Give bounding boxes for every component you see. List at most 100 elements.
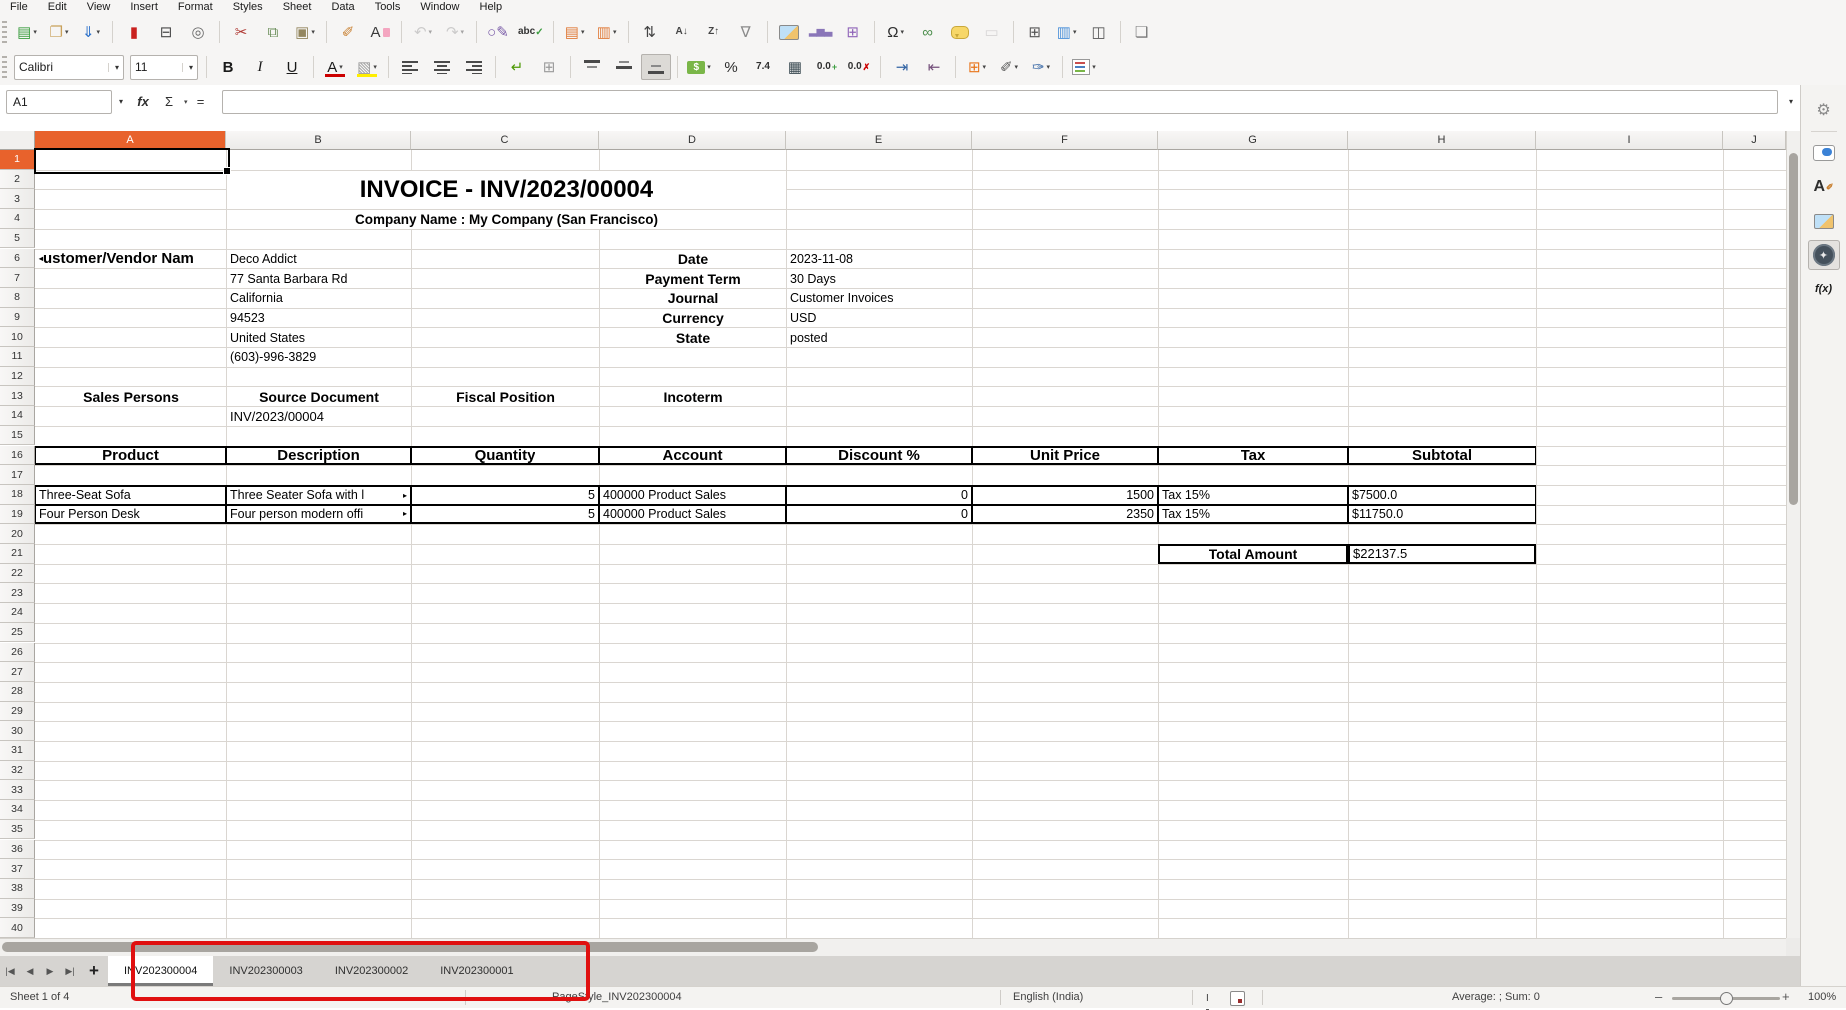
menu-sheet[interactable]: Sheet <box>273 0 322 15</box>
row-header-7[interactable]: 7 <box>0 268 35 288</box>
insert-pivot-table-button[interactable]: ⊞ <box>838 19 868 45</box>
cell-D7[interactable]: Payment Term <box>600 269 786 288</box>
menu-insert[interactable]: Insert <box>120 0 168 15</box>
properties-deck-button[interactable] <box>1808 138 1840 168</box>
select-sum-button[interactable]: Σ <box>156 94 182 109</box>
menu-view[interactable]: View <box>77 0 121 15</box>
functions-deck-button[interactable]: f(x) <box>1808 274 1840 304</box>
page-style[interactable]: PageStyle_INV202300004 <box>552 987 682 1007</box>
align-center-button[interactable] <box>427 54 457 80</box>
horizontal-scrollbar[interactable] <box>0 938 1786 956</box>
menu-window[interactable]: Window <box>410 0 469 15</box>
menu-edit[interactable]: Edit <box>38 0 77 15</box>
row-header-38[interactable]: 38 <box>0 879 35 899</box>
row-header-29[interactable]: 29 <box>0 702 35 722</box>
sort-button[interactable]: ⇅ <box>635 19 665 45</box>
row-header-24[interactable]: 24 <box>0 603 35 623</box>
wrap-text-button[interactable]: ↵ <box>502 54 532 80</box>
row-header-40[interactable]: 40 <box>0 918 35 938</box>
open-button[interactable]: ❐▾ <box>44 19 74 45</box>
cell-H19[interactable]: $11750.0 <box>1348 505 1536 525</box>
cell-D16[interactable]: Account <box>599 446 786 466</box>
insert-special-character-dropdown-icon[interactable]: ▾ <box>900 28 904 36</box>
next-sheet-button[interactable]: ▶ <box>40 956 60 986</box>
row-header-15[interactable]: 15 <box>0 426 35 446</box>
bold-button[interactable]: B <box>213 54 243 80</box>
row-header-21[interactable]: 21 <box>0 544 35 564</box>
select-all-corner[interactable] <box>0 131 35 150</box>
add-decimal-place-button[interactable]: 0.0+ <box>812 54 842 80</box>
row-header-39[interactable]: 39 <box>0 899 35 919</box>
row-header-5[interactable]: 5 <box>0 229 35 249</box>
italic-button[interactable]: I <box>245 54 275 80</box>
cell-C13[interactable]: Fiscal Position <box>412 387 599 406</box>
row-header-8[interactable]: 8 <box>0 288 35 308</box>
highlighting-color-button[interactable]: ▧▾ <box>352 54 382 80</box>
clone-formatting-button[interactable]: ✐ <box>333 19 363 45</box>
cell-A13[interactable]: Sales Persons <box>36 387 226 406</box>
delete-decimal-place-button[interactable]: 0.0✗ <box>844 54 874 80</box>
row-header-35[interactable]: 35 <box>0 820 35 840</box>
border-style-dropdown-icon[interactable]: ▾ <box>1015 63 1019 71</box>
cell-H21[interactable]: $22137.5 <box>1348 544 1536 564</box>
row-header-12[interactable]: 12 <box>0 367 35 387</box>
navigator-deck-button[interactable] <box>1808 240 1840 270</box>
cell-B19[interactable]: Four person modern offi▸ <box>226 505 411 525</box>
cell-E16[interactable]: Discount % <box>786 446 972 466</box>
styles-deck-button[interactable]: A✐ <box>1808 172 1840 202</box>
autofilter-button[interactable]: ∇ <box>731 19 761 45</box>
row-header-33[interactable]: 33 <box>0 780 35 800</box>
sheet-tab-INV202300003[interactable]: INV202300003 <box>213 956 318 986</box>
font-size-combobox[interactable]: 11▾ <box>130 55 198 80</box>
menu-file[interactable]: File <box>0 0 38 15</box>
sheet-tab-INV202300001[interactable]: INV202300001 <box>424 956 529 986</box>
row-header-26[interactable]: 26 <box>0 643 35 663</box>
format-as-number-button[interactable]: 7.4 <box>748 54 778 80</box>
row-header-2[interactable]: 2 <box>0 170 35 190</box>
column-header-H[interactable]: H <box>1348 131 1536 150</box>
insert-chart-button[interactable]: ▂▅▃ <box>806 19 836 45</box>
expand-formula-bar-icon[interactable]: ▾ <box>1782 97 1800 106</box>
border-style-button[interactable]: ✐▾ <box>994 54 1024 80</box>
selected-cell-outline[interactable] <box>34 148 230 174</box>
align-left-button[interactable] <box>395 54 425 80</box>
cell-B11[interactable]: (603)-996-3829 <box>227 348 411 367</box>
column-header-D[interactable]: D <box>599 131 786 150</box>
cell-D10[interactable]: State <box>600 328 786 347</box>
row-header-17[interactable]: 17 <box>0 465 35 485</box>
cell-B14[interactable]: INV/2023/00004 <box>227 407 411 426</box>
row-header-34[interactable]: 34 <box>0 800 35 820</box>
insert-hyperlink-button[interactable]: ∞ <box>913 19 943 45</box>
cell-C16[interactable]: Quantity <box>411 446 599 466</box>
merge-cells-button[interactable]: ⊞ <box>534 54 564 80</box>
print-preview-button[interactable]: ◎ <box>183 19 213 45</box>
cell-G21[interactable]: Total Amount <box>1158 544 1348 564</box>
decrease-indent-button[interactable]: ⇤ <box>919 54 949 80</box>
vertical-scrollbar-thumb[interactable] <box>1789 153 1798 505</box>
menu-tools[interactable]: Tools <box>365 0 411 15</box>
column-header-J[interactable]: J <box>1723 131 1786 150</box>
cell-D6[interactable]: Date <box>600 250 786 269</box>
cell-B10[interactable]: United States <box>227 328 411 347</box>
copy-button[interactable]: ⧉ <box>258 19 288 45</box>
cell-E19[interactable]: 0 <box>786 505 972 525</box>
show-draw-functions-button[interactable]: ❏ <box>1127 19 1157 45</box>
cell-D9[interactable]: Currency <box>600 309 786 328</box>
align-top-button[interactable] <box>577 54 607 80</box>
zoom-slider-thumb[interactable] <box>1720 992 1733 1005</box>
insert-mode-icon[interactable]: I <box>1206 989 1209 1010</box>
row-header-1[interactable]: 1 <box>0 150 35 170</box>
paste-dropdown-icon[interactable]: ▾ <box>311 28 315 36</box>
row-header-16[interactable]: 16 <box>0 446 35 466</box>
language-status[interactable]: English (India) <box>1013 987 1083 1007</box>
borders-button[interactable]: ⊞▾ <box>962 54 992 80</box>
align-bottom-button[interactable] <box>641 54 671 80</box>
new-dropdown-icon[interactable]: ▾ <box>33 28 37 36</box>
insert-comment-button[interactable] <box>945 19 975 45</box>
row-header-4[interactable]: 4 <box>0 209 35 229</box>
conditional-formatting-dropdown-icon[interactable]: ▾ <box>1092 63 1096 71</box>
row-header-36[interactable]: 36 <box>0 840 35 860</box>
sheet-tab-INV202300004[interactable]: INV202300004 <box>108 956 213 986</box>
cell-B7[interactable]: 77 Santa Barbara Rd <box>227 269 411 288</box>
row-header-37[interactable]: 37 <box>0 859 35 879</box>
